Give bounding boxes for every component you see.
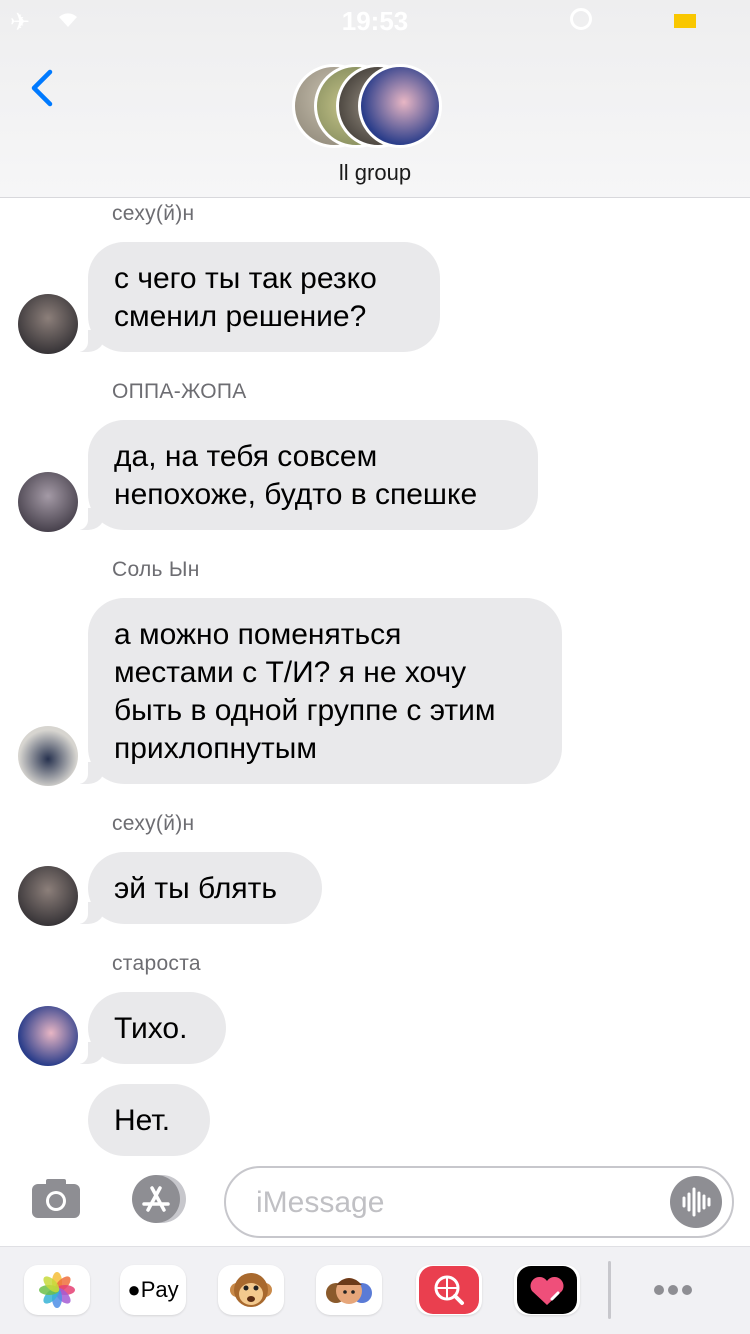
- message-bubble[interactable]: да, на тебя совсем непохоже, будто в спе…: [72, 420, 538, 530]
- sender-avatar[interactable]: [18, 866, 78, 926]
- message-input-container[interactable]: [224, 1166, 734, 1238]
- globe-search-icon: [419, 1266, 479, 1314]
- sender-name: ОППА-ЖОПА: [112, 380, 247, 403]
- apple-pay-app-button[interactable]: ●Pay: [120, 1265, 186, 1315]
- sender-name: староста: [112, 952, 201, 975]
- message-bubble[interactable]: с чего ты так резко сменил решение?: [72, 242, 440, 352]
- sender-avatar[interactable]: [18, 1006, 78, 1066]
- message-line: быть в одной группе с этим: [114, 694, 496, 727]
- group-avatar: [358, 64, 442, 148]
- message-line: сменил решение?: [114, 300, 367, 333]
- app-store-icon[interactable]: [126, 1174, 188, 1224]
- app-drawer: ●Pay: [0, 1246, 750, 1334]
- sender-avatar[interactable]: [18, 294, 78, 354]
- status-time: 19:53: [341, 6, 409, 36]
- message-line: местами с Т/И? я не хочу: [114, 656, 467, 689]
- message-bubble[interactable]: Тихо.: [72, 992, 226, 1064]
- group-name[interactable]: ll group: [0, 160, 750, 186]
- photos-icon: [39, 1272, 75, 1308]
- apple-pay-label: ●Pay: [120, 1265, 186, 1315]
- battery-icon: [674, 14, 696, 28]
- monkey-icon: [230, 1273, 272, 1307]
- conversation-header: ✈ 19:53 ll group: [0, 0, 750, 198]
- message-line: Тихо.: [114, 1012, 188, 1045]
- message-input[interactable]: [256, 1182, 656, 1224]
- apple-logo-icon: ●: [127, 1277, 141, 1302]
- photos-app-button[interactable]: [24, 1265, 90, 1315]
- message-bubble[interactable]: эй ты блять: [72, 852, 322, 924]
- sender-avatar[interactable]: [18, 472, 78, 532]
- waveform-icon: [682, 1187, 711, 1217]
- status-bar: ✈ 19:53: [0, 0, 750, 40]
- message-line: непохоже, будто в спешке: [114, 478, 478, 511]
- sender-name: сеху(й)н: [112, 812, 195, 835]
- sender-name: сеху(й)н: [112, 202, 195, 225]
- message-bubble[interactable]: Нет.: [88, 1084, 210, 1156]
- sender-avatar[interactable]: [18, 726, 78, 786]
- voice-message-button[interactable]: [670, 1176, 722, 1228]
- heart-touch-icon: [517, 1266, 577, 1314]
- message-line: с чего ты так резко: [114, 262, 377, 295]
- web-search-app-button[interactable]: [416, 1265, 482, 1315]
- animoji-app-button[interactable]: [218, 1265, 284, 1315]
- message-composer: [0, 1158, 750, 1246]
- memoji-app-button[interactable]: [316, 1265, 382, 1315]
- message-bubble[interactable]: а можно поменяться местами с Т/И? я не х…: [72, 598, 562, 784]
- group-avatars[interactable]: [292, 64, 462, 150]
- orientation-lock-icon: [570, 8, 592, 30]
- message-line: эй ты блять: [114, 872, 277, 905]
- digital-touch-app-button[interactable]: [514, 1265, 580, 1315]
- sender-name: Соль Ын: [112, 558, 200, 581]
- message-line: прихлопнутым: [114, 732, 317, 765]
- memoji-icon: [326, 1278, 372, 1304]
- apple-pay-text: Pay: [140, 1277, 179, 1302]
- more-apps-icon[interactable]: [640, 1265, 706, 1315]
- message-line: да, на тебя совсем: [114, 440, 378, 473]
- drawer-divider: [608, 1261, 611, 1319]
- camera-icon[interactable]: [30, 1176, 82, 1220]
- message-line: Нет.: [114, 1104, 171, 1137]
- message-line: а можно поменяться: [114, 618, 402, 651]
- back-chevron-icon[interactable]: [26, 66, 66, 110]
